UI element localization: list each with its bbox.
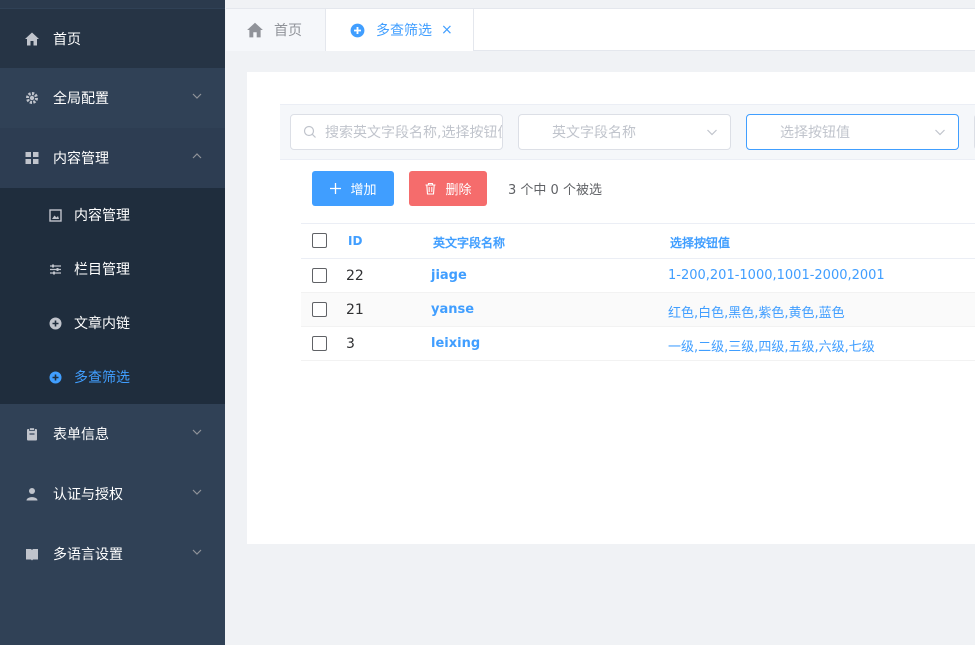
row-checkbox[interactable] [312,268,327,283]
row-id: 21 [346,302,364,318]
chevron-down-icon [192,489,202,495]
add-button-label: 增加 [350,183,377,198]
home-icon [24,31,40,47]
data-table: ID 英文字段名称 选择按钮值 22 jiage 1-200,201-1000,… [301,223,975,361]
user-icon [24,486,40,502]
sliders-icon [48,262,62,276]
selection-count: 3 个中 0 个被选 [508,183,602,198]
chevron-down-icon [192,429,202,435]
select-placeholder: 英文字段名称 [552,125,636,141]
sidebar-subitem-column-management[interactable]: 栏目管理 [0,242,225,296]
sidebar-item-label: 认证与授权 [53,487,123,503]
sidebar-item-form-info[interactable]: 表单信息 [0,404,225,464]
delete-button[interactable]: 删除 [409,171,487,206]
content-card: 搜索英文字段名称,选择按钮值 英文字段名称 选择按钮值 增加 删除 3 个中 0… [247,72,975,544]
row-checkbox[interactable] [312,336,327,351]
circle-plus-icon [48,316,62,330]
sidebar-item-home[interactable]: 首页 [0,9,225,68]
select-all-checkbox[interactable] [312,233,327,248]
button-value-select[interactable]: 选择按钮值 [746,114,959,150]
sidebar-subitem-label: 内容管理 [74,208,130,224]
column-header-name[interactable]: 英文字段名称 [433,234,505,251]
home-icon [246,21,264,39]
tab-home[interactable]: 首页 [226,9,326,51]
picture-icon [48,208,62,222]
select-placeholder: 选择按钮值 [780,125,850,141]
close-icon[interactable]: × [441,22,453,38]
row-name-link[interactable]: jiage [431,268,467,283]
sidebar-subitem-label: 多查筛选 [74,370,130,386]
sidebar-item-label: 内容管理 [53,151,109,167]
sidebar-item-label: 首页 [53,31,81,48]
table-row[interactable]: 21 yanse 红色,白色,黑色,紫色,黄色,蓝色 [301,293,975,327]
row-id: 3 [346,336,355,352]
sidebar-item-label: 全局配置 [53,91,109,107]
table-header: ID 英文字段名称 选择按钮值 [301,223,975,259]
plus-icon [330,183,342,194]
table-row[interactable]: 3 leixing 一级,二级,三级,四级,五级,六级,七级 [301,327,975,361]
row-id: 22 [346,268,364,284]
filter-toolbar: 搜索英文字段名称,选择按钮值 英文字段名称 选择按钮值 [280,104,975,160]
search-input[interactable]: 搜索英文字段名称,选择按钮值 [290,114,503,150]
row-value-link[interactable]: 红色,白色,黑色,紫色,黄色,蓝色 [668,302,845,321]
chevron-down-icon [192,93,202,99]
content-submenu: 内容管理 栏目管理 文章内链 多查筛选 [0,188,225,404]
gear-icon [24,90,40,106]
chevron-down-icon [935,129,945,136]
sidebar-subitem-content-management[interactable]: 内容管理 [0,188,225,242]
sidebar-subitem-label: 栏目管理 [74,262,130,278]
tab-bar: 首页 多查筛选 × [226,8,975,51]
column-header-id[interactable]: ID [348,234,362,248]
row-value-link[interactable]: 1-200,201-1000,1001-2000,2001 [668,268,885,283]
row-checkbox[interactable] [312,302,327,317]
search-placeholder: 搜索英文字段名称,选择按钮值 [325,125,503,141]
column-header-value[interactable]: 选择按钮值 [670,234,730,251]
sidebar-subitem-article-links[interactable]: 文章内链 [0,296,225,350]
sidebar-item-auth[interactable]: 认证与授权 [0,464,225,524]
sidebar-item-content-management[interactable]: 内容管理 [0,128,225,188]
book-icon [24,546,40,562]
row-name-link[interactable]: leixing [431,336,480,351]
chevron-down-icon [707,129,717,136]
field-name-select[interactable]: 英文字段名称 [518,114,731,150]
sidebar-item-label: 多语言设置 [53,547,123,563]
chevron-down-icon [192,549,202,555]
trash-icon [425,182,436,195]
circle-plus-icon [348,21,366,39]
sidebar-top-strip [0,0,225,8]
sidebar: 首页 全局配置 内容管理 内容管理 栏目管理 文章内链 多查筛选 表单信息 认证… [0,0,225,645]
add-button[interactable]: 增加 [312,171,394,206]
sidebar-item-global-config[interactable]: 全局配置 [0,68,225,128]
tab-label: 首页 [274,23,302,39]
table-row[interactable]: 22 jiage 1-200,201-1000,1001-2000,2001 [301,259,975,293]
grid-icon [24,150,40,166]
chevron-up-icon [192,153,202,159]
row-name-link[interactable]: yanse [431,302,474,317]
row-value-link[interactable]: 一级,二级,三级,四级,五级,六级,七级 [668,336,875,355]
circle-plus-icon [48,370,62,384]
clipboard-icon [24,426,40,442]
delete-button-label: 删除 [445,183,472,198]
sidebar-subitem-multi-filter[interactable]: 多查筛选 [0,350,225,404]
sidebar-item-label: 表单信息 [53,427,109,443]
sidebar-item-multilingual[interactable]: 多语言设置 [0,524,225,584]
search-icon [303,125,316,138]
sidebar-subitem-label: 文章内链 [74,316,130,332]
tab-multi-filter[interactable]: 多查筛选 × [326,9,474,51]
tab-label: 多查筛选 [376,23,432,39]
